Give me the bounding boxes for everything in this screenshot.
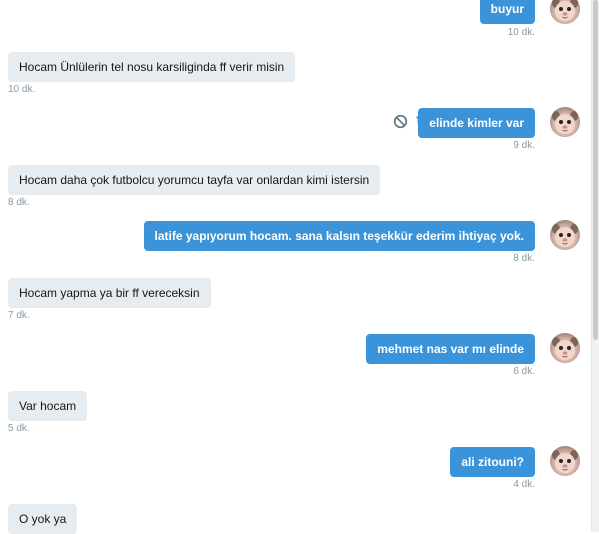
message-incoming: Hocam daha çok futbolcu yorumcu tayfa va… (8, 165, 381, 195)
message-text: latife yapıyorum hocam. sana kalsın teşe… (143, 221, 535, 251)
message-outgoing: buyur (479, 0, 535, 24)
avatar[interactable] (550, 333, 580, 363)
message-text: buyur (479, 0, 535, 24)
scrollbar[interactable] (591, 0, 599, 532)
message-incoming: O yok ya (8, 504, 78, 534)
avatar[interactable] (550, 107, 580, 137)
conversation-thread: buyur 10 dk. Hocam Ünlülerin tel nosu ka… (0, 0, 592, 534)
message-text: ali zitouni? (450, 447, 535, 477)
block-icon[interactable] (393, 114, 408, 129)
message-text: elinde kimler var (418, 108, 535, 138)
message-text: Hocam yapma ya bir ff vereceksin (8, 278, 211, 308)
message-text: O yok ya (8, 504, 78, 534)
avatar[interactable] (550, 0, 580, 24)
message-timestamp: 5 dk. (8, 423, 30, 434)
message-outgoing: ali zitouni? (450, 447, 535, 477)
message-timestamp: 9 dk. (513, 140, 535, 151)
message-timestamp: 10 dk. (507, 27, 535, 38)
message-incoming: Var hocam (8, 391, 88, 421)
avatar-face-icon (552, 450, 578, 473)
avatar[interactable] (550, 446, 580, 476)
scrollbar-thumb[interactable] (593, 0, 598, 340)
message-text: Var hocam (8, 391, 88, 421)
avatar-face-icon (552, 224, 578, 247)
message-text: Hocam daha çok futbolcu yorumcu tayfa va… (8, 165, 381, 195)
message-outgoing: elinde kimler var (418, 108, 535, 138)
message-incoming: Hocam yapma ya bir ff vereceksin (8, 278, 211, 308)
message-outgoing: mehmet nas var mı elinde (366, 334, 535, 364)
message-timestamp: 8 dk. (8, 197, 30, 208)
avatar-face-icon (552, 337, 578, 360)
message-text: Hocam Ünlülerin tel nosu karsiliginda ff… (8, 52, 296, 82)
message-timestamp: 7 dk. (8, 310, 30, 321)
message-outgoing: latife yapıyorum hocam. sana kalsın teşe… (143, 221, 535, 251)
message-timestamp: 6 dk. (513, 366, 535, 377)
message-timestamp: 4 dk. (513, 479, 535, 490)
message-text: mehmet nas var mı elinde (366, 334, 535, 364)
avatar-face-icon (552, 111, 578, 134)
avatar[interactable] (550, 220, 580, 250)
message-timestamp: 8 dk. (513, 253, 535, 264)
message-timestamp: 10 dk. (8, 84, 36, 95)
avatar-face-icon (552, 0, 578, 21)
message-incoming: Hocam Ünlülerin tel nosu karsiliginda ff… (8, 52, 296, 82)
